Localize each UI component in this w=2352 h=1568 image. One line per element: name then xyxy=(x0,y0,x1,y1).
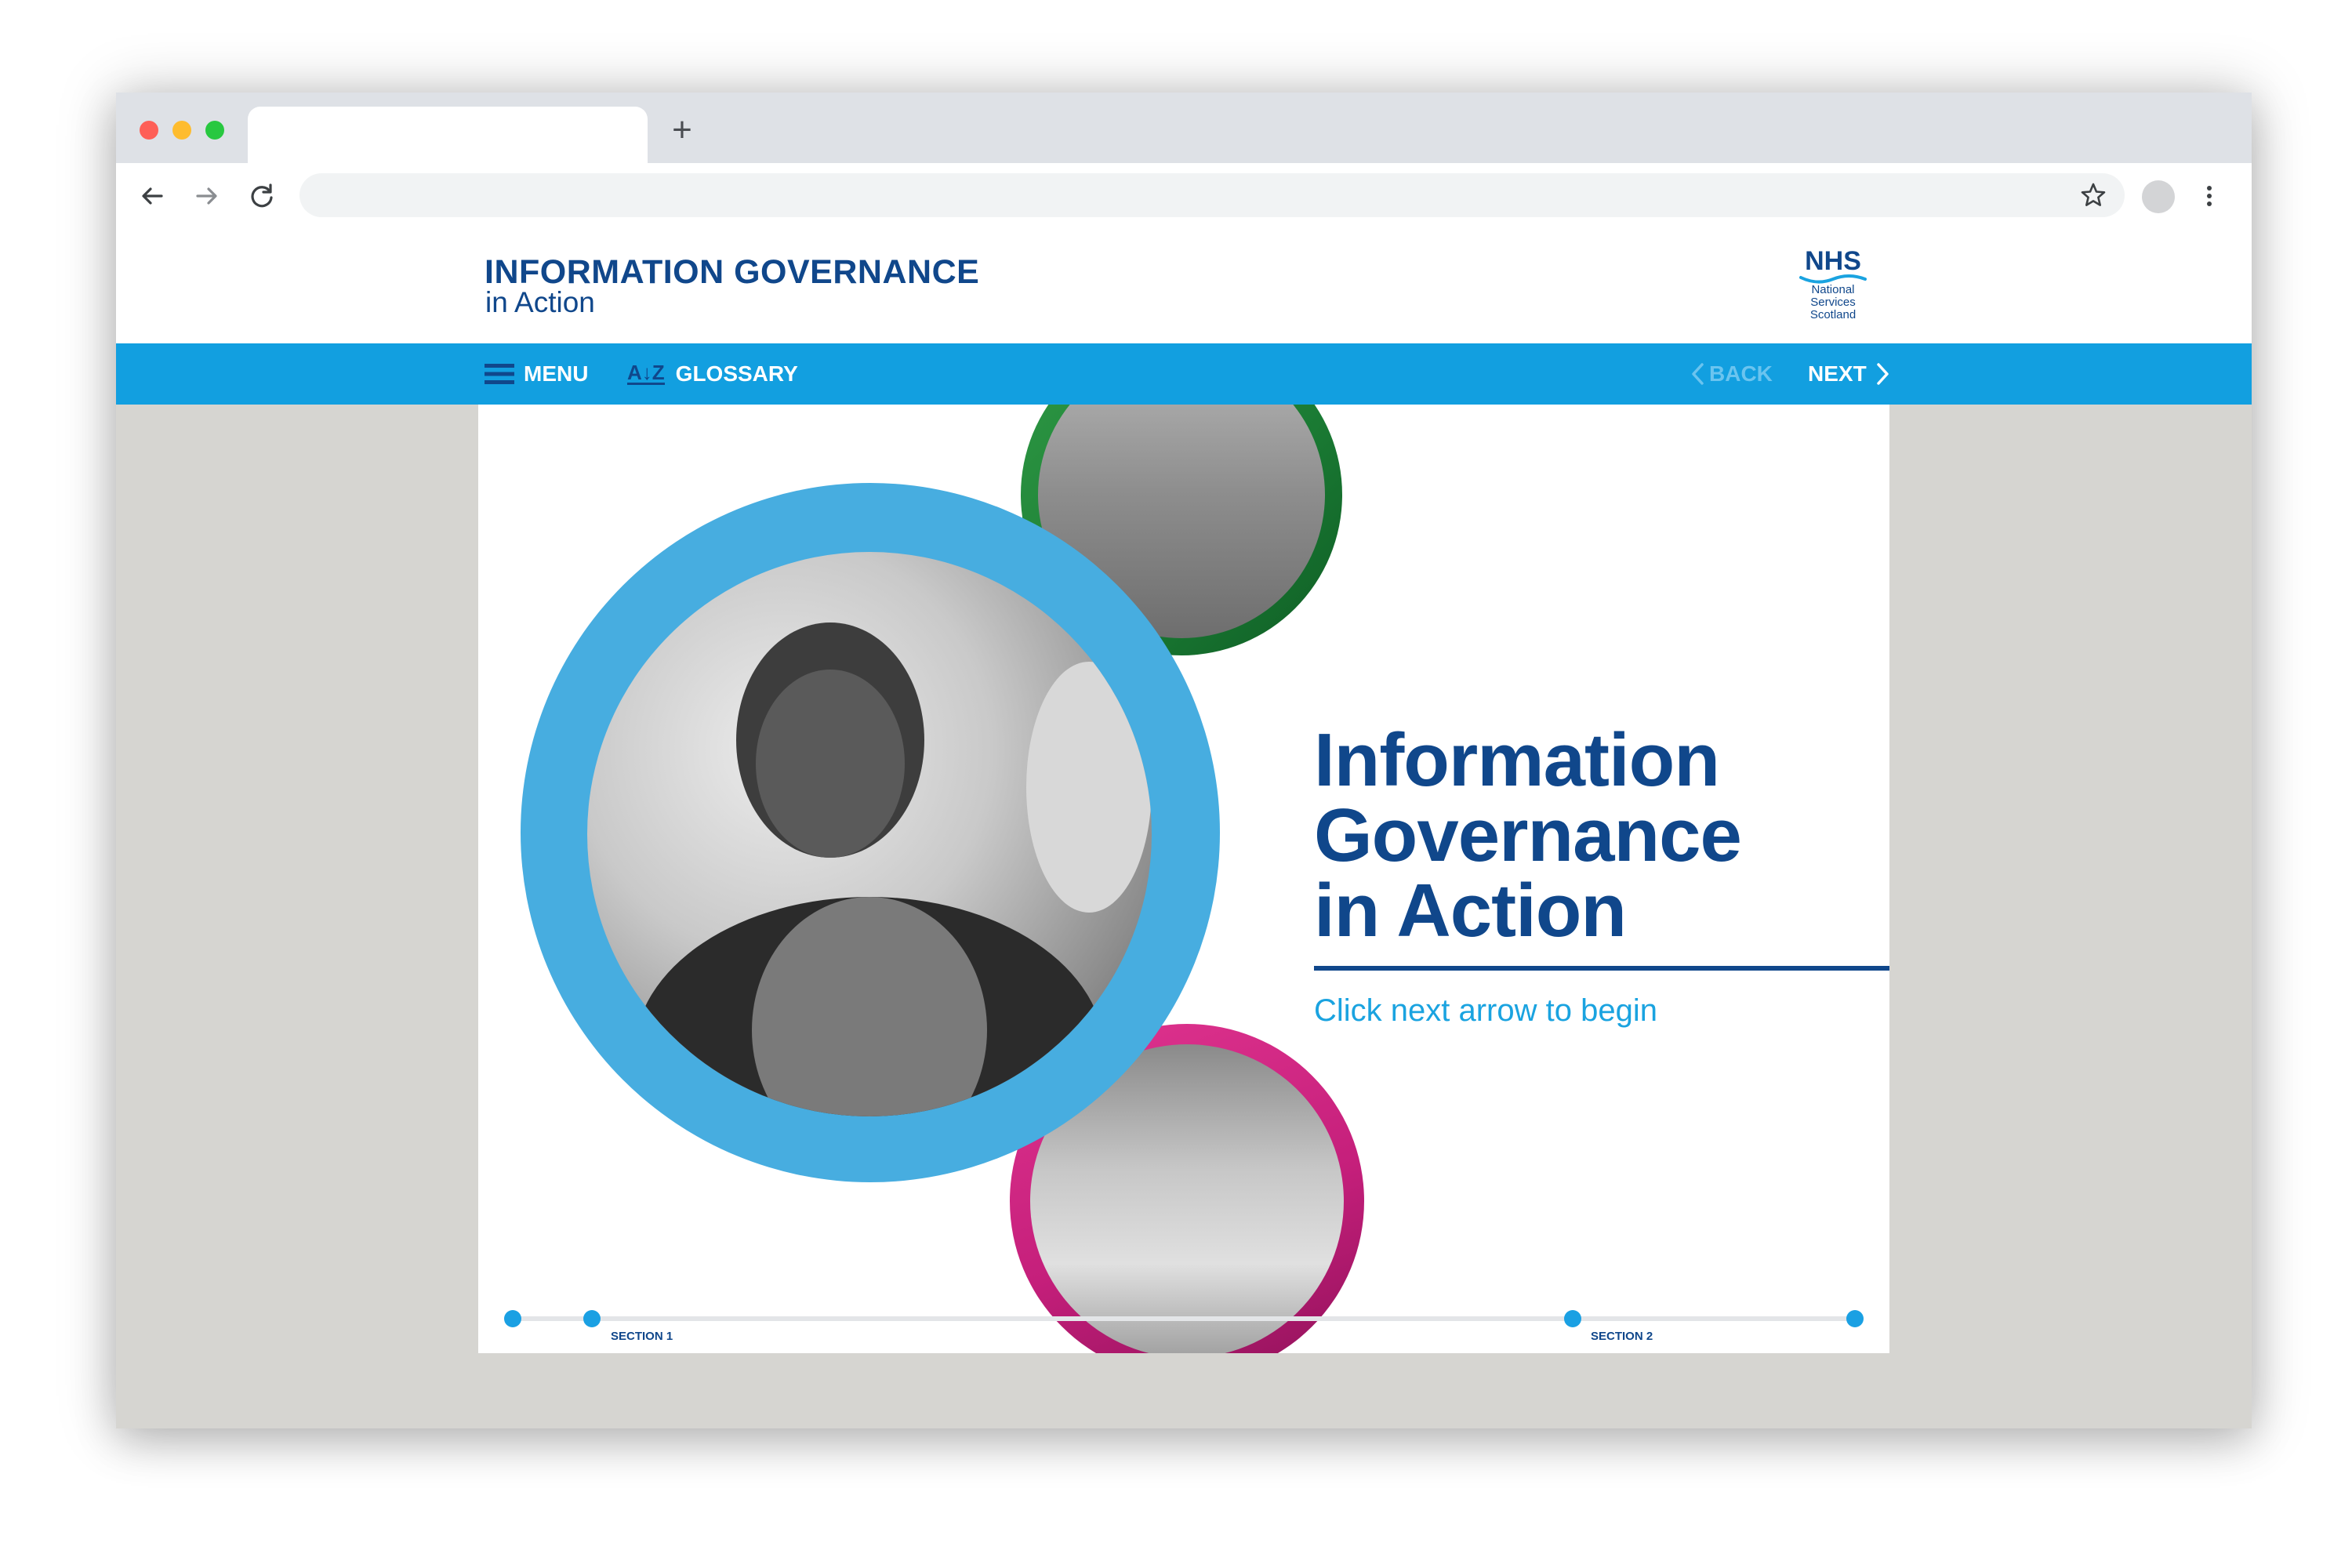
title-divider xyxy=(1314,966,1889,971)
slide-title: Information Governance in Action xyxy=(1314,723,1878,949)
slide-title-line3: in Action xyxy=(1314,869,1627,953)
reload-icon[interactable] xyxy=(246,180,278,212)
progress-end-dot[interactable] xyxy=(1846,1310,1864,1327)
back-button[interactable]: BACK xyxy=(1690,343,1773,405)
next-button[interactable]: NEXT xyxy=(1808,343,1890,405)
section2-label: SECTION 2 xyxy=(1591,1330,1653,1343)
glossary-label: GLOSSARY xyxy=(675,361,798,386)
bookmark-star-icon[interactable] xyxy=(2078,180,2109,211)
title-slide: Information Governance in Action Click n… xyxy=(478,405,1889,1353)
site-title: INFORMATION GOVERNANCE xyxy=(485,253,980,291)
menu-button[interactable]: MENU xyxy=(485,343,588,405)
tab-strip: + xyxy=(116,93,2252,163)
address-bar[interactable] xyxy=(299,173,2125,217)
begin-instruction: Click next arrow to begin xyxy=(1314,993,1657,1028)
chevron-left-icon xyxy=(1692,363,1704,385)
progress-track xyxy=(513,1316,1855,1321)
nhs-logo-line2: Services xyxy=(1810,296,1856,309)
nhs-logo-word: NHS xyxy=(1805,246,1861,276)
az-glossary-icon: A↓Z xyxy=(627,361,665,385)
browser-tab[interactable] xyxy=(248,107,648,163)
nhs-logo-line1: National xyxy=(1811,283,1855,296)
profile-avatar[interactable] xyxy=(2142,180,2175,213)
close-window-button[interactable] xyxy=(140,121,158,140)
hero-photo xyxy=(587,552,1152,1116)
progress-start-dot[interactable] xyxy=(504,1310,521,1327)
chevron-right-icon xyxy=(1876,363,1889,385)
nhs-logo-line3: Scotland xyxy=(1809,308,1857,321)
glossary-button[interactable]: A↓Z GLOSSARY xyxy=(627,343,798,405)
browser-window: + INFORMATION GOVERNANCE in Action NHS N… xyxy=(116,93,2252,1428)
minimize-window-button[interactable] xyxy=(172,121,191,140)
slide-title-line2: Governance xyxy=(1314,793,1742,877)
site-header: INFORMATION GOVERNANCE in Action NHS Nat… xyxy=(116,227,2252,343)
course-navbar: MENU A↓Z GLOSSARY BACK NEXT xyxy=(116,343,2252,405)
forward-arrow-icon[interactable] xyxy=(191,180,223,212)
page-viewport: INFORMATION GOVERNANCE in Action NHS Nat… xyxy=(116,227,2252,1428)
back-label: BACK xyxy=(1709,361,1773,386)
back-arrow-icon[interactable] xyxy=(136,180,168,212)
site-subtitle: in Action xyxy=(485,286,595,318)
new-tab-button[interactable]: + xyxy=(665,113,699,147)
section1-label: SECTION 1 xyxy=(611,1330,673,1343)
next-label: NEXT xyxy=(1808,361,1867,386)
nhs-logo: NHS National Services Scotland xyxy=(1795,248,1871,326)
menu-label: MENU xyxy=(524,361,589,386)
hero-photo-figures xyxy=(634,622,1152,1116)
slide-title-line1: Information xyxy=(1314,718,1720,802)
progress-section1-dot[interactable] xyxy=(583,1310,601,1327)
progress-section2-dot[interactable] xyxy=(1564,1310,1581,1327)
maximize-window-button[interactable] xyxy=(205,121,224,140)
more-options-icon[interactable] xyxy=(2201,180,2217,212)
hamburger-menu-icon xyxy=(485,364,514,384)
browser-toolbar xyxy=(116,163,2252,229)
